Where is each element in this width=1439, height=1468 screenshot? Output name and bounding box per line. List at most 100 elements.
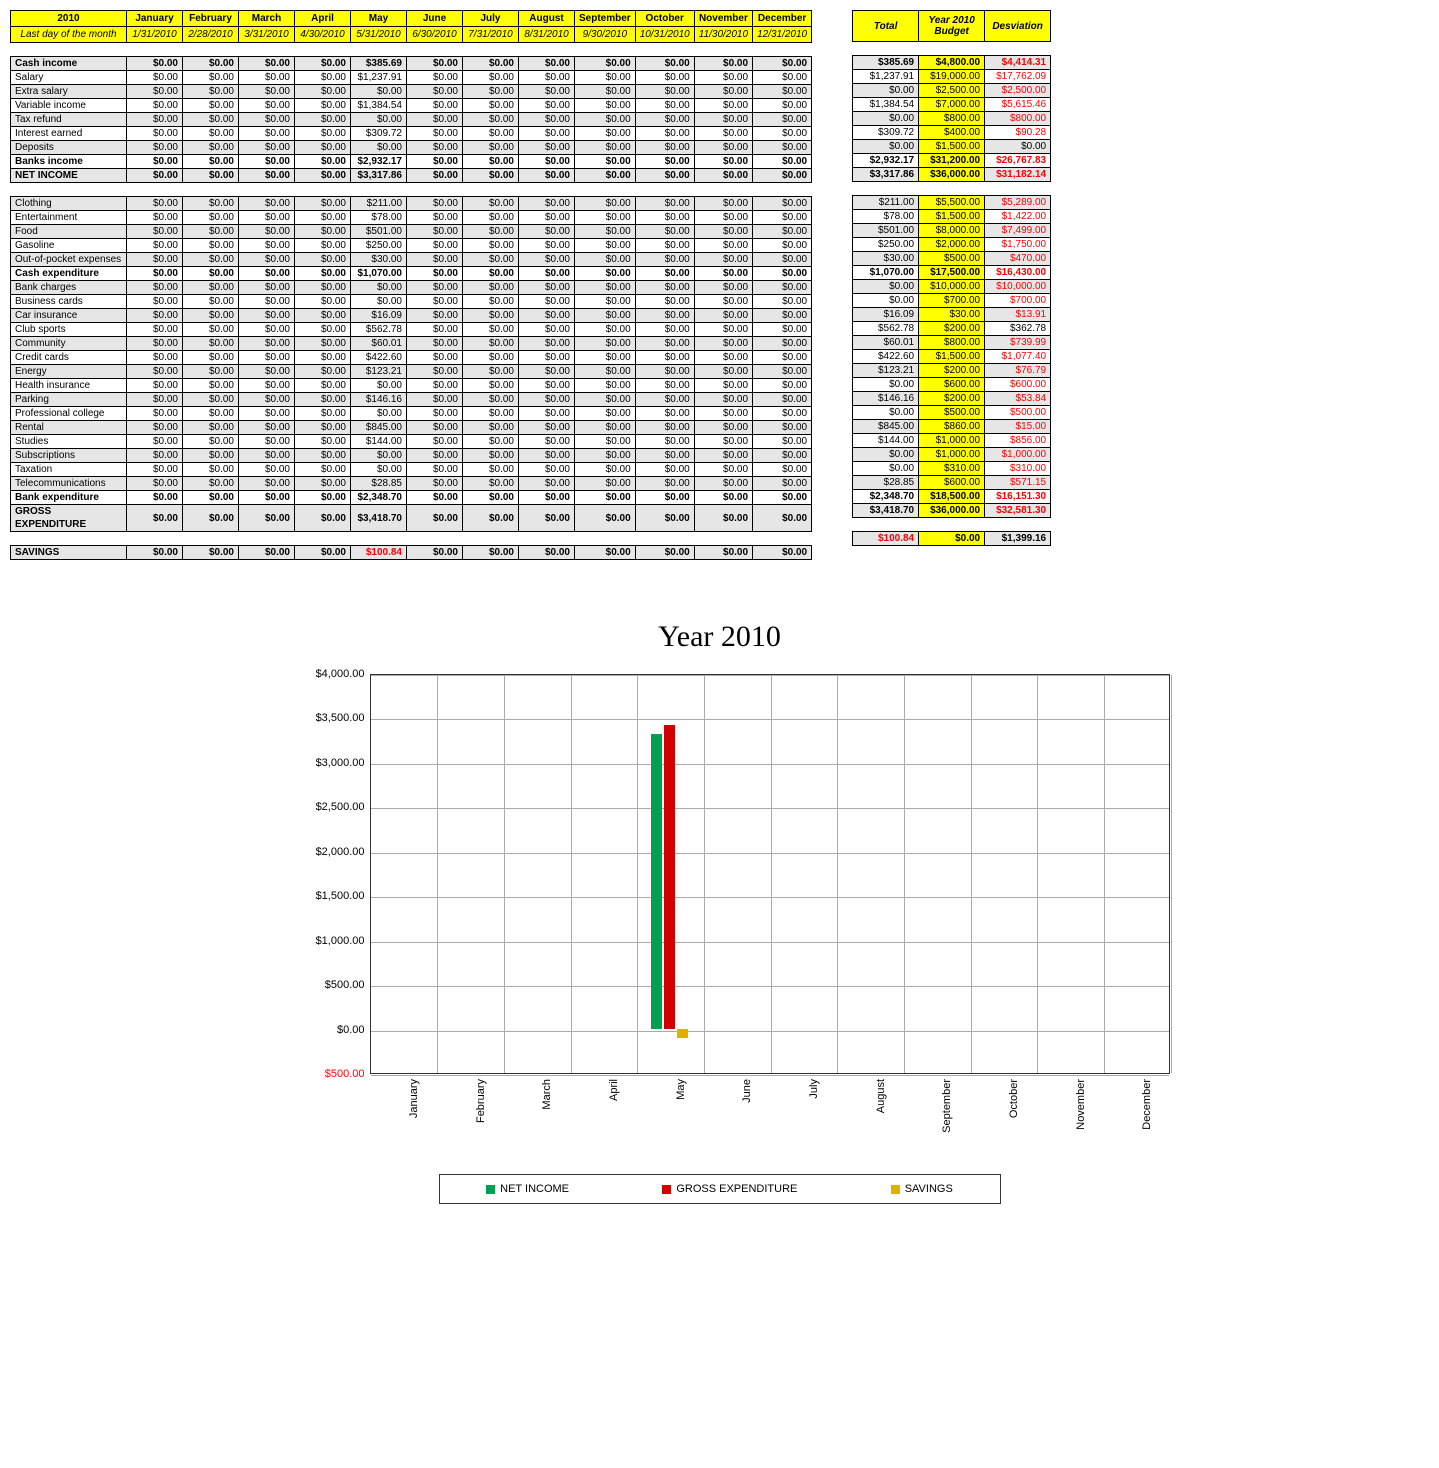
- cell-value: $211.00: [351, 197, 407, 211]
- cell-value: $0.00: [127, 85, 183, 99]
- cell-value: $0.00: [351, 449, 407, 463]
- deviation-value: $1,399.16: [985, 532, 1051, 546]
- cell-value: $0.00: [694, 393, 752, 407]
- table-row: Cash income$0.00$0.00$0.00$0.00$385.69$0…: [11, 57, 812, 71]
- x-tick-label: August: [875, 1079, 887, 1113]
- cell-value: $0.00: [183, 127, 239, 141]
- cell-value: $0.00: [183, 323, 239, 337]
- row-label: Club sports: [11, 323, 127, 337]
- cell-value: $0.00: [183, 295, 239, 309]
- cell-value: $0.00: [694, 99, 752, 113]
- cell-value: $0.00: [295, 295, 351, 309]
- cell-value: $0.00: [635, 393, 694, 407]
- x-tick-label: March: [541, 1079, 553, 1110]
- cell-value: $0.00: [183, 379, 239, 393]
- budget-value: $5,500.00: [919, 196, 985, 210]
- cell-value: $0.00: [407, 449, 463, 463]
- cell-value: $0.00: [239, 155, 295, 169]
- cell-value: $0.00: [575, 393, 636, 407]
- cell-value: $0.00: [127, 197, 183, 211]
- cell-value: $309.72: [351, 127, 407, 141]
- year-subheader: Last day of the month: [11, 27, 127, 43]
- cell-value: $0.00: [183, 463, 239, 477]
- cell-value: $0.00: [407, 85, 463, 99]
- budget-value: $200.00: [919, 322, 985, 336]
- budget-value: $860.00: [919, 420, 985, 434]
- chart-area: $500.00$0.00$500.00$1,000.00$1,500.00$2,…: [270, 674, 1170, 1134]
- table-row: Out-of-pocket expenses$0.00$0.00$0.00$0.…: [11, 253, 812, 267]
- cell-value: $0.00: [127, 71, 183, 85]
- row-label: Interest earned: [11, 127, 127, 141]
- cell-value: $0.00: [753, 85, 812, 99]
- total-value: $3,317.86: [853, 168, 919, 182]
- cell-value: $0.00: [694, 309, 752, 323]
- legend-swatch-icon: [891, 1185, 900, 1194]
- cell-value: $0.00: [463, 127, 519, 141]
- total-value: $211.00: [853, 196, 919, 210]
- cell-value: $0.00: [295, 435, 351, 449]
- cell-value: $0.00: [519, 155, 575, 169]
- cell-value: $0.00: [753, 393, 812, 407]
- table-row: Gasoline$0.00$0.00$0.00$0.00$250.00$0.00…: [11, 239, 812, 253]
- cell-value: $0.00: [753, 295, 812, 309]
- table-row: Bank expenditure$0.00$0.00$0.00$0.00$2,3…: [11, 491, 812, 505]
- cell-value: $0.00: [519, 449, 575, 463]
- cell-value: $0.00: [463, 57, 519, 71]
- budget-value: $30.00: [919, 308, 985, 322]
- cell-value: $0.00: [635, 477, 694, 491]
- cell-value: $0.00: [239, 463, 295, 477]
- deviation-value: $1,000.00: [985, 448, 1051, 462]
- cell-value: $0.00: [463, 225, 519, 239]
- cell-value: $0.00: [239, 337, 295, 351]
- summary-row: $1,070.00$17,500.00$16,430.00: [853, 266, 1051, 280]
- cell-value: $0.00: [694, 225, 752, 239]
- cell-value: $0.00: [407, 435, 463, 449]
- cell-value: $0.00: [183, 113, 239, 127]
- summary-row: $501.00$8,000.00$7,499.00: [853, 224, 1051, 238]
- legend-label: GROSS EXPENDITURE: [676, 1183, 797, 1195]
- cell-value: $0.00: [463, 295, 519, 309]
- month-header: March: [239, 11, 295, 27]
- table-row: Parking$0.00$0.00$0.00$0.00$146.16$0.00$…: [11, 393, 812, 407]
- cell-value: $0.00: [295, 477, 351, 491]
- date-header: 3/31/2010: [239, 27, 295, 43]
- cell-value: $0.00: [295, 337, 351, 351]
- total-value: $501.00: [853, 224, 919, 238]
- cell-value: $0.00: [463, 169, 519, 183]
- cell-value: $0.00: [295, 505, 351, 532]
- cell-value: $0.00: [519, 477, 575, 491]
- year-header: 2010: [11, 11, 127, 27]
- cell-value: $0.00: [239, 309, 295, 323]
- budget-value: $200.00: [919, 392, 985, 406]
- cell-value: $0.00: [519, 281, 575, 295]
- cell-value: $0.00: [635, 71, 694, 85]
- deviation-value: $500.00: [985, 406, 1051, 420]
- total-value: $0.00: [853, 280, 919, 294]
- summary-row: $385.69$4,800.00$4,414.31: [853, 56, 1051, 70]
- cell-value: $78.00: [351, 211, 407, 225]
- budget-value: $600.00: [919, 476, 985, 490]
- cell-value: $0.00: [753, 141, 812, 155]
- month-header: April: [295, 11, 351, 27]
- table-row: Telecommunications$0.00$0.00$0.00$0.00$2…: [11, 477, 812, 491]
- cell-value: $0.00: [635, 323, 694, 337]
- cell-value: $0.00: [295, 127, 351, 141]
- cell-value: $0.00: [295, 379, 351, 393]
- cell-value: $0.00: [519, 127, 575, 141]
- cell-value: $0.00: [694, 337, 752, 351]
- budget-value: $31,200.00: [919, 154, 985, 168]
- cell-value: $3,418.70: [351, 505, 407, 532]
- x-tick-label: May: [675, 1079, 687, 1100]
- cell-value: $0.00: [239, 351, 295, 365]
- cell-value: $0.00: [463, 323, 519, 337]
- cell-value: $0.00: [407, 169, 463, 183]
- cell-value: $0.00: [295, 57, 351, 71]
- cell-value: $0.00: [239, 253, 295, 267]
- cell-value: $0.00: [183, 281, 239, 295]
- cell-value: $0.00: [463, 141, 519, 155]
- cell-value: $0.00: [407, 477, 463, 491]
- row-label: Cash income: [11, 57, 127, 71]
- budget-value: $36,000.00: [919, 168, 985, 182]
- cell-value: $0.00: [463, 365, 519, 379]
- deviation-value: $16,151.30: [985, 490, 1051, 504]
